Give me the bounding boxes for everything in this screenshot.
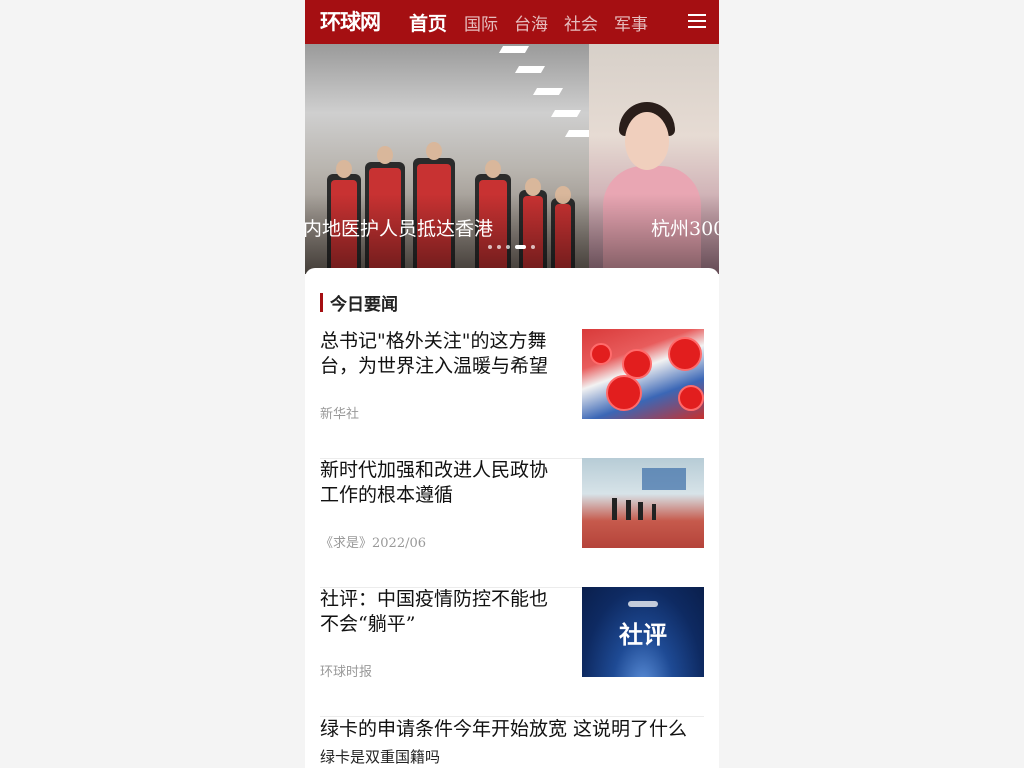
person-figure [638, 502, 643, 520]
backdrop-screen [642, 468, 686, 490]
tab-military[interactable]: 军事 [614, 10, 648, 35]
lantern-decoration [678, 385, 704, 411]
text-news-subtitle[interactable]: 绿卡是双重国籍吗 [320, 746, 704, 767]
carousel-dot[interactable] [488, 245, 492, 249]
news-item[interactable]: 社评：中国疫情防控不能也不会“躺平” 环球时报 社评 [320, 587, 704, 717]
carousel-caption-main: 内地医护人员抵达香港 [305, 218, 494, 240]
headline-carousel[interactable]: 内地医护人员抵达香港 杭州300 [305, 44, 719, 274]
carousel-dot[interactable] [497, 245, 501, 249]
news-source: 《求是》2022/06 [320, 536, 427, 551]
newspaper-logo-mark [628, 601, 658, 607]
news-thumbnail[interactable] [582, 329, 704, 419]
news-thumbnail[interactable]: 社评 [582, 587, 704, 677]
section-header: 今日要闻 [320, 290, 398, 315]
news-source: 环球时报 [320, 665, 373, 680]
carousel-dot[interactable] [506, 245, 510, 249]
news-title[interactable]: 社评：中国疫情防控不能也不会“躺平” [320, 587, 565, 637]
news-item[interactable]: 新时代加强和改进人民政协工作的根本遵循 《求是》2022/06 [320, 458, 704, 588]
site-logo[interactable]: 环球网 [320, 7, 381, 37]
section-accent-bar [320, 293, 323, 312]
carousel-caption-second: 杭州300 [651, 218, 719, 240]
text-news-item[interactable]: 绿卡的申请条件今年开始放宽 这说明了什么 绿卡是双重国籍吗 [320, 716, 704, 767]
news-feed: 今日要闻 总书记"格外关注"的这方舞台，为世界注入温暖与希望 新华社 新时代加强… [305, 268, 719, 768]
mobile-page: 环球网 首页 国际 台海 社会 军事 内地医护人员抵达香港 杭州300 今日要闻… [305, 0, 719, 768]
channel-nav: 首页 国际 台海 社会 军事 [409, 0, 664, 44]
lantern-decoration [668, 337, 702, 371]
person-figure [612, 498, 617, 520]
news-item[interactable]: 总书记"格外关注"的这方舞台，为世界注入温暖与希望 新华社 [320, 329, 704, 459]
tab-taiwan-strait[interactable]: 台海 [514, 10, 548, 35]
hamburger-menu-icon[interactable] [687, 10, 707, 34]
news-title[interactable]: 总书记"格外关注"的这方舞台，为世界注入温暖与希望 [320, 329, 565, 379]
person-figure [652, 504, 656, 520]
news-title[interactable]: 新时代加强和改进人民政协工作的根本遵循 [320, 458, 565, 508]
top-header: 环球网 首页 国际 台海 社会 军事 [305, 0, 719, 44]
text-news-title[interactable]: 绿卡的申请条件今年开始放宽 这说明了什么 [320, 716, 704, 742]
person-figure [626, 500, 631, 520]
hostess-face [625, 112, 669, 170]
carousel-pagination [488, 245, 540, 249]
tab-society[interactable]: 社会 [564, 10, 598, 35]
thumbnail-label: 社评 [619, 621, 667, 649]
lantern-decoration [606, 375, 642, 411]
lantern-decoration [590, 343, 612, 365]
tab-home[interactable]: 首页 [409, 9, 447, 36]
tab-international[interactable]: 国际 [464, 10, 498, 35]
section-title: 今日要闻 [330, 295, 398, 315]
news-source: 新华社 [320, 407, 360, 422]
news-thumbnail[interactable] [582, 458, 704, 548]
carousel-dot-active[interactable] [515, 245, 526, 249]
carousel-dot[interactable] [531, 245, 535, 249]
